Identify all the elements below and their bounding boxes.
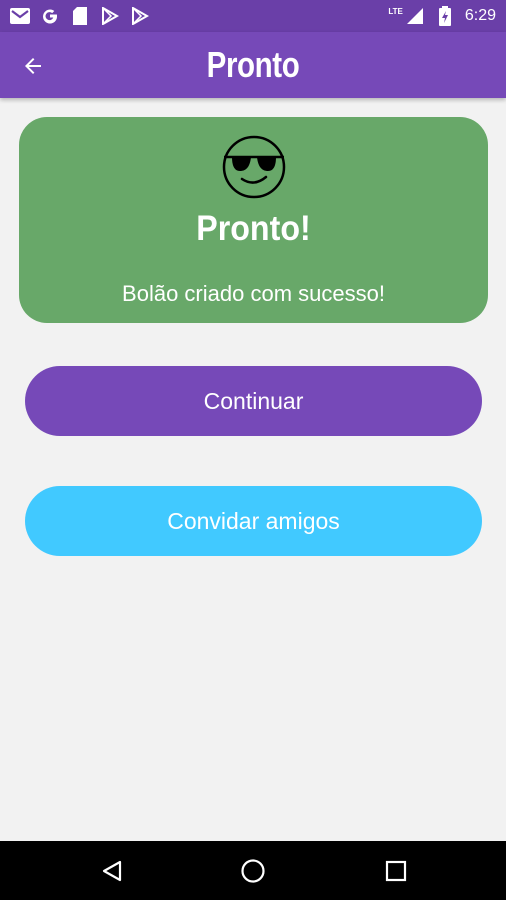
nav-back-button[interactable] xyxy=(92,851,132,891)
network-type: LTE xyxy=(388,6,403,16)
notification-icons xyxy=(10,6,150,26)
success-card: Pronto! Bolão criado com sucesso! xyxy=(19,117,488,323)
nav-home-button[interactable] xyxy=(233,851,273,891)
gmail-icon xyxy=(10,6,30,26)
system-status: LTE 6:29 xyxy=(388,6,496,26)
page-title: Pronto xyxy=(206,44,300,85)
card-title: Pronto! xyxy=(196,209,311,248)
play-store-icon xyxy=(130,6,150,26)
play-store-icon xyxy=(100,6,120,26)
arrow-back-icon xyxy=(25,58,41,74)
nav-recents-icon xyxy=(385,860,407,882)
app-bar: Pronto xyxy=(0,32,506,98)
invite-friends-button[interactable]: Convidar amigos xyxy=(25,486,482,556)
sd-card-icon xyxy=(70,6,90,26)
signal-icon xyxy=(405,6,425,26)
nav-recents-button[interactable] xyxy=(376,851,416,891)
status-bar: LTE 6:29 xyxy=(0,0,506,32)
system-nav-bar xyxy=(0,841,506,900)
battery-icon xyxy=(435,6,455,26)
nav-back-icon xyxy=(102,860,122,882)
nav-home-icon xyxy=(241,859,265,883)
continue-button[interactable]: Continuar xyxy=(25,366,482,436)
card-subtitle: Bolão criado com sucesso! xyxy=(122,281,385,306)
sunglasses-smiley-icon xyxy=(222,135,285,199)
clock: 6:29 xyxy=(464,7,496,24)
google-icon xyxy=(40,6,60,26)
